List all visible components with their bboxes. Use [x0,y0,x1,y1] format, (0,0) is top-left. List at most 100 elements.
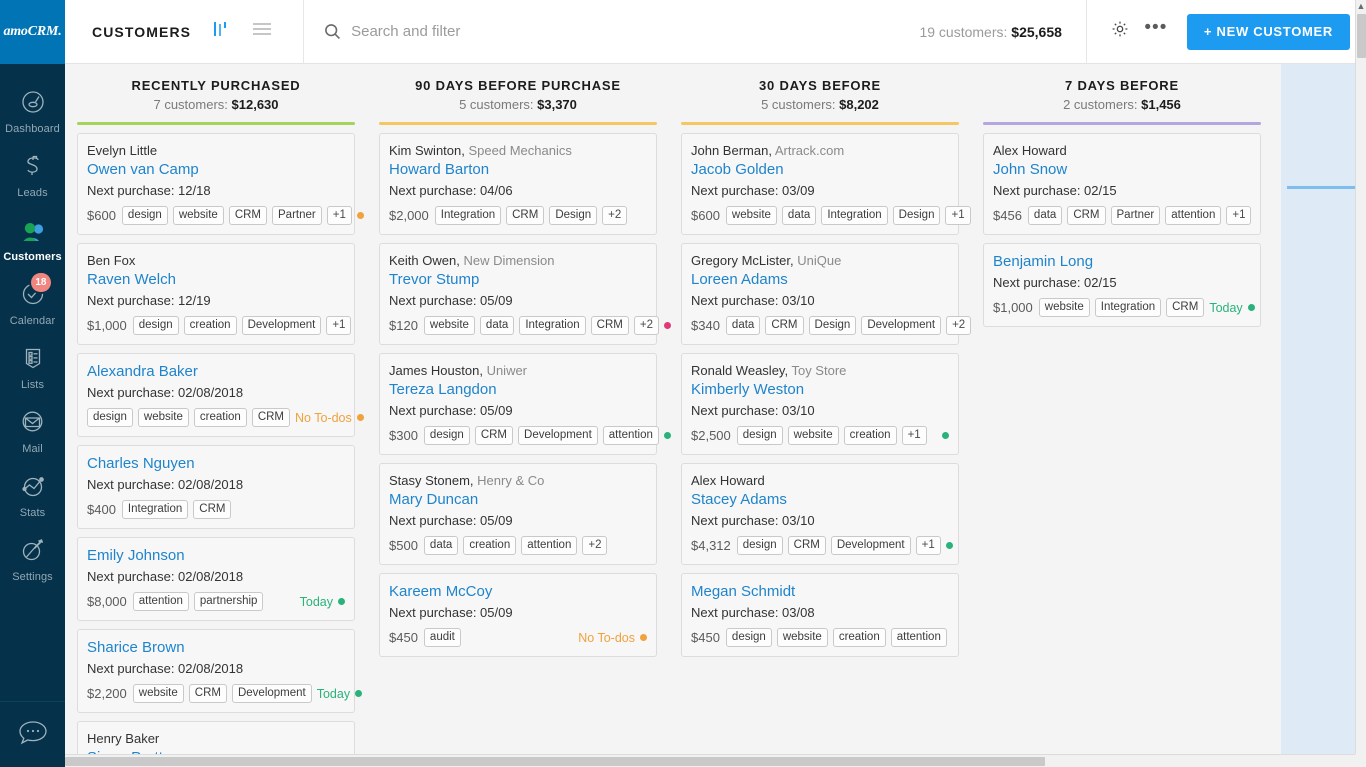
customer-card[interactable]: Megan Schmidt Next purchase: 03/08 $450 des… [681,573,959,657]
sidebar-item-dashboard[interactable]: Dashboard [0,78,65,142]
customer-card[interactable]: Henry BakerSierra PrattNext purchase: 12… [77,721,355,754]
brand-logo[interactable]: amoCRM. [0,0,65,64]
customer-card[interactable]: John Berman, Artrack.com Jacob Golden Next… [681,133,971,235]
sidebar-item-leads[interactable]: Leads [0,142,65,206]
card-tag-overflow[interactable]: +1 [915,536,941,555]
vertical-scrollbar[interactable]: ▲ [1355,0,1366,767]
settings-gear-button[interactable] [1105,17,1135,47]
card-tag[interactable]: CRM [765,316,804,335]
card-customer-name[interactable]: Howard Barton [389,160,647,180]
card-tag[interactable]: partnership [193,592,264,611]
sidebar-item-customers[interactable]: Customers [0,206,65,270]
card-tag[interactable]: Development [241,316,322,335]
card-tag[interactable]: CRM [251,408,291,427]
card-tag[interactable]: Integration [434,206,502,225]
card-tag[interactable]: creation [832,628,886,647]
card-customer-name[interactable]: Jacob Golden [691,160,949,180]
customer-card[interactable]: Benjamin Long Next purchase: 02/15 $1,000 w… [983,243,1261,327]
card-tag[interactable]: CRM [474,426,514,445]
card-tag[interactable]: website [132,684,184,703]
sidebar-item-settings[interactable]: Settings [0,526,65,590]
card-tag-overflow[interactable]: +1 [326,206,352,225]
card-tag[interactable]: audit [423,628,461,647]
card-tag[interactable]: creation [183,316,237,335]
card-tag[interactable]: website [137,408,189,427]
card-tag[interactable]: design [423,426,470,445]
list-view-button[interactable] [247,17,277,47]
card-tag[interactable]: Partner [1110,206,1161,225]
card-tag[interactable]: CRM [787,536,826,555]
customer-card[interactable]: Ben Fox Raven Welch Next purchase: 12/19 $1… [77,243,355,345]
more-options-button[interactable]: ••• [1141,17,1171,47]
chat-button[interactable] [0,701,65,767]
card-tag[interactable]: Integration [821,206,888,225]
card-tag[interactable]: creation [843,426,897,445]
sidebar-item-stats[interactable]: Stats [0,462,65,526]
card-customer-name[interactable]: Sharice Brown [87,638,345,658]
sidebar-item-lists[interactable]: Lists [0,334,65,398]
card-tag[interactable]: CRM [1067,206,1106,225]
search-input[interactable] [351,18,772,45]
customer-card[interactable]: Alex Howard Stacey Adams Next purchase: 03… [681,463,959,565]
card-tag[interactable]: Integration [1094,298,1162,317]
card-tag[interactable]: website [172,206,224,225]
customer-card[interactable]: Alexandra Baker Next purchase: 02/08/2018… [77,353,364,437]
card-customer-name[interactable]: Loreen Adams [691,270,949,290]
card-customer-name[interactable]: Kareem McCoy [389,582,647,602]
card-tag[interactable]: Development [830,536,911,555]
card-tag[interactable]: data [725,316,761,335]
card-tag-overflow[interactable]: +1 [945,206,971,225]
card-tag[interactable]: Development [861,316,942,335]
card-tag[interactable]: creation [463,536,517,555]
card-customer-name[interactable]: Emily Johnson [87,546,345,566]
customer-card[interactable]: Stasy Stonem, Henry & Co Mary Duncan Next … [379,463,657,565]
card-tag[interactable]: attention [890,628,947,647]
card-tag-overflow[interactable]: +1 [901,426,927,445]
card-tag[interactable]: data [423,536,459,555]
card-tag[interactable]: website [1038,298,1090,317]
card-tag-overflow[interactable]: +2 [602,206,628,225]
card-tag[interactable]: data [1027,206,1063,225]
card-tag[interactable]: CRM [228,206,268,225]
card-tag[interactable]: CRM [506,206,545,225]
card-customer-name[interactable]: Kimberly Weston [691,380,949,400]
card-tag[interactable]: design [736,426,783,445]
card-customer-name[interactable]: Raven Welch [87,270,345,290]
card-tag-overflow[interactable]: +1 [326,316,352,335]
customer-card[interactable]: Kareem McCoy Next purchase: 05/09 $450 audi… [379,573,657,657]
card-customer-name[interactable]: Benjamin Long [993,252,1251,272]
card-tag[interactable]: data [479,316,515,335]
card-tag[interactable]: CRM [193,500,232,519]
card-tag[interactable]: CRM [188,684,227,703]
card-customer-name[interactable]: Owen van Camp [87,160,345,180]
card-customer-name[interactable]: Alexandra Baker [87,362,345,382]
card-tag[interactable]: design [725,628,772,647]
card-tag[interactable]: website [423,316,475,335]
customer-card[interactable]: James Houston, Uniwer Tereza Langdon Next … [379,353,671,455]
card-tag[interactable]: CRM [590,316,629,335]
card-tag[interactable]: data [781,206,817,225]
card-tag[interactable]: attention [521,536,578,555]
card-tag[interactable]: Design [549,206,598,225]
card-customer-name[interactable]: Tereza Langdon [389,380,647,400]
card-tag[interactable]: website [776,628,828,647]
sidebar-item-calendar[interactable]: 18 Calendar [0,270,65,334]
card-tag[interactable]: design [121,206,168,225]
card-tag[interactable]: attention [132,592,189,611]
customer-card[interactable]: Sharice Brown Next purchase: 02/08/2018 $2… [77,629,363,713]
customer-card[interactable]: Ronald Weasley, Toy Store Kimberly Weston… [681,353,959,455]
card-tag[interactable]: Development [518,426,598,445]
column-drop-zone[interactable] [1281,64,1355,754]
customer-card[interactable]: Keith Owen, New Dimension Trevor Stump Nex… [379,243,671,345]
card-customer-name[interactable]: Mary Duncan [389,490,647,510]
new-customer-button[interactable]: + NEW CUSTOMER [1186,13,1350,50]
card-tag[interactable]: website [787,426,839,445]
card-tag[interactable]: design [736,536,783,555]
card-tag[interactable]: creation [193,408,247,427]
card-tag[interactable]: Design [808,316,857,335]
scroll-up-arrow[interactable]: ▲ [1356,2,1366,11]
card-tag-overflow[interactable]: +2 [633,316,659,335]
card-tag[interactable]: Design [892,206,941,225]
card-tag[interactable]: website [725,206,777,225]
vertical-scroll-thumb[interactable] [1357,14,1366,58]
